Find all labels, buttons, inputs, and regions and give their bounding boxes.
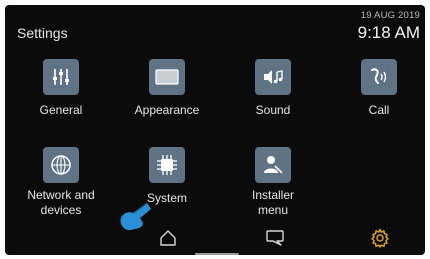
gear-icon: [371, 228, 389, 248]
tile-general[interactable]: General: [9, 59, 113, 118]
installer-tools-icon: [255, 147, 291, 183]
tile-label: General: [39, 103, 83, 117]
home-button[interactable]: [157, 227, 179, 249]
network-globe-icon: [43, 147, 79, 183]
chat-bubble-icon: [266, 230, 284, 246]
display-icon: [149, 59, 185, 95]
tile-label-line1: Installer: [251, 188, 295, 202]
settings-button[interactable]: [369, 227, 391, 249]
tile-call[interactable]: Call: [327, 59, 425, 118]
tile-sound[interactable]: Sound: [221, 59, 325, 118]
tile-appearance[interactable]: Appearance: [115, 59, 219, 118]
phone-sound-icon: [361, 59, 397, 95]
tile-label: Installer menu: [221, 188, 325, 218]
tile-label: Call: [368, 103, 390, 117]
tile-network-and-devices[interactable]: Network and devices: [9, 147, 113, 218]
page-title: Settings: [17, 25, 68, 41]
tile-label-line1: Network and: [27, 188, 95, 202]
tile-label-line2: menu: [257, 203, 289, 217]
messages-button[interactable]: [264, 227, 286, 249]
chip-icon: [149, 147, 185, 183]
settings-screen: Settings 19 AUG 2019 9:18 AM General App…: [5, 5, 425, 255]
tile-label-line2: devices: [40, 203, 82, 217]
date-readout: 19 AUG 2019: [360, 10, 420, 21]
tile-label: Network and devices: [9, 188, 113, 218]
speaker-music-icon: [255, 59, 291, 95]
time-readout: 9:18 AM: [357, 23, 420, 42]
sliders-icon: [43, 59, 79, 95]
home-indicator[interactable]: [195, 253, 239, 255]
tile-system[interactable]: System: [115, 147, 219, 206]
bottom-nav: [5, 225, 425, 255]
tile-label: Sound: [255, 103, 291, 117]
home-icon: [160, 230, 176, 246]
tile-label: Appearance: [134, 103, 200, 117]
tile-installer-menu[interactable]: Installer menu: [221, 147, 325, 218]
